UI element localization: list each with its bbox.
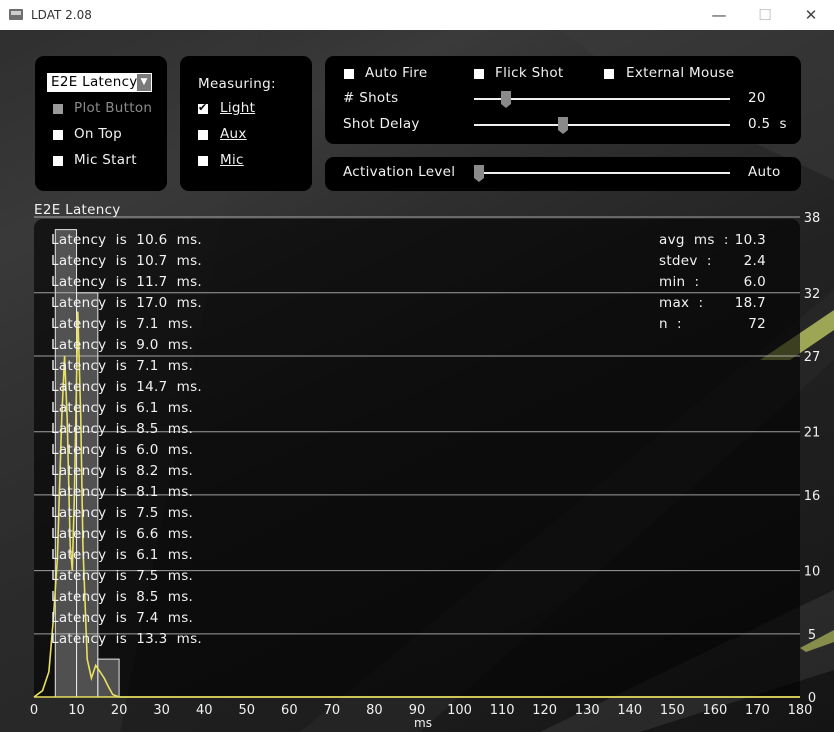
y-tick-label: 10 [804, 565, 821, 580]
app-icon [9, 9, 23, 20]
x-tick-label: 130 [575, 703, 600, 718]
x-tick-label: 150 [660, 703, 685, 718]
window-title: LDAT 2.08 [31, 8, 92, 22]
stat-label: n : [659, 316, 682, 332]
y-tick-label: 21 [804, 426, 821, 441]
x-tick-label: 100 [447, 703, 472, 718]
stat-value: 2.4 [743, 253, 766, 269]
latency-reading: Latency is 7.5 ms. [51, 505, 194, 521]
latency-reading: Latency is 17.0 ms. [51, 295, 203, 311]
minimize-button[interactable]: — [696, 0, 742, 30]
x-tick-label: 80 [366, 703, 383, 718]
x-tick-label: 180 [788, 703, 813, 718]
stat-value: 18.7 [734, 295, 766, 311]
latency-reading: Latency is 6.6 ms. [51, 526, 194, 542]
x-tick-label: 20 [111, 703, 128, 718]
latency-reading: Latency is 6.1 ms. [51, 547, 194, 563]
title-bar: LDAT 2.08 — ☐ ✕ [0, 0, 834, 31]
maximize-button[interactable]: ☐ [742, 0, 788, 30]
x-tick-label: 140 [617, 703, 642, 718]
x-tick-label: 160 [702, 703, 727, 718]
latency-reading: Latency is 7.5 ms. [51, 568, 194, 584]
y-tick-label: 27 [804, 350, 821, 365]
stat-label: avg ms : [659, 232, 729, 248]
latency-reading: Latency is 9.0 ms. [51, 337, 194, 353]
x-tick-label: 110 [490, 703, 515, 718]
histogram-bar [97, 658, 120, 698]
latency-reading: Latency is 8.2 ms. [51, 463, 194, 479]
latency-reading: Latency is 7.1 ms. [51, 358, 194, 374]
stat-label: stdev : [659, 253, 712, 269]
y-tick-label: 32 [804, 287, 821, 302]
y-tick-label: 38 [804, 211, 821, 226]
stat-value: 10.3 [734, 232, 766, 248]
app-client-area: E2E Latency ▼ Plot Button On Top Mic Sta… [0, 30, 834, 732]
x-tick-label: 60 [281, 703, 298, 718]
stat-label: min : [659, 274, 700, 290]
latency-reading: Latency is 7.4 ms. [51, 610, 194, 626]
x-tick-label: 70 [324, 703, 341, 718]
stat-label: max : [659, 295, 704, 311]
latency-reading: Latency is 6.0 ms. [51, 442, 194, 458]
latency-reading: Latency is 6.1 ms. [51, 400, 194, 416]
latency-reading: Latency is 10.6 ms. [51, 232, 203, 248]
x-tick-label: 120 [532, 703, 557, 718]
y-tick-label: 5 [808, 628, 816, 643]
latency-reading: Latency is 10.7 ms. [51, 253, 203, 269]
latency-reading: Latency is 8.5 ms. [51, 589, 194, 605]
x-tick-label: 30 [153, 703, 170, 718]
x-axis-label: ms [414, 716, 432, 730]
x-tick-label: 40 [196, 703, 213, 718]
latency-reading: Latency is 7.1 ms. [51, 316, 194, 332]
latency-reading: Latency is 14.7 ms. [51, 379, 203, 395]
y-tick-label: 16 [804, 489, 821, 504]
close-button[interactable]: ✕ [788, 0, 834, 30]
latency-reading: Latency is 8.5 ms. [51, 421, 194, 437]
x-tick-label: 170 [745, 703, 770, 718]
latency-reading: Latency is 11.7 ms. [51, 274, 203, 290]
x-tick-label: 10 [68, 703, 85, 718]
stat-value: 6.0 [743, 274, 766, 290]
x-tick-label: 50 [239, 703, 256, 718]
stat-value: 72 [748, 316, 766, 332]
latency-reading: Latency is 13.3 ms. [51, 631, 203, 647]
x-tick-label: 0 [30, 703, 38, 718]
latency-reading: Latency is 8.1 ms. [51, 484, 194, 500]
